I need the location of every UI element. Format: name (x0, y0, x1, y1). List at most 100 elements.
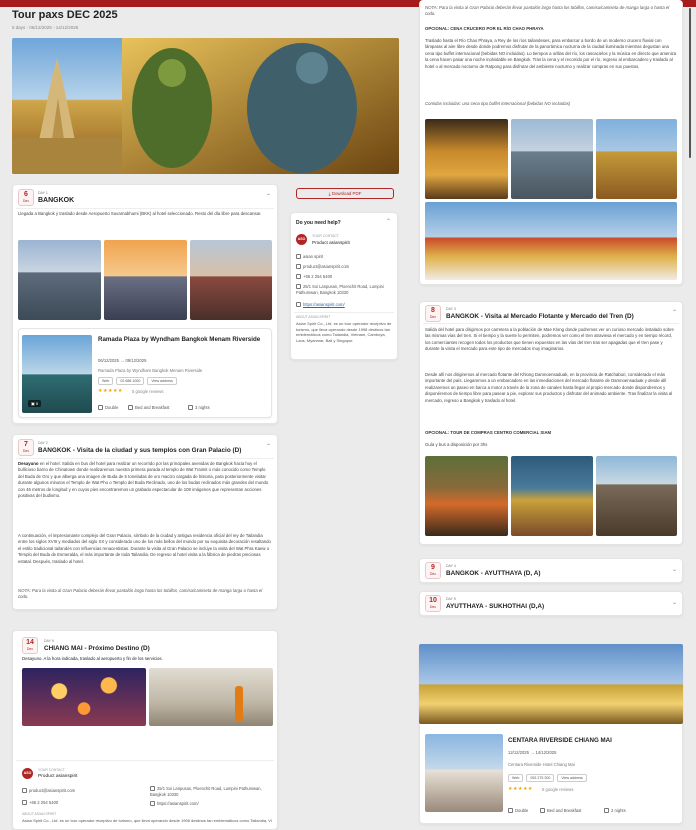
phone-icon (296, 274, 301, 280)
day-label: DAY 4 (446, 564, 456, 568)
web-link[interactable]: Web (508, 774, 524, 782)
footer-about-label: ABOUT ASIAN SPIRIT (22, 812, 57, 816)
day-title[interactable]: BANGKOK - AYUTTHAYA (D, A) (446, 570, 540, 577)
footer-email[interactable]: product@asianspirit.com (22, 788, 75, 794)
globe-icon (296, 302, 301, 308)
day-label: DAY 9 (44, 639, 54, 643)
cutlery-icon (128, 405, 133, 411)
divider (294, 312, 394, 313)
day-badge: 7 Dec (18, 439, 34, 456)
footer-website[interactable]: https://asianspirit.com/ (150, 801, 199, 807)
contact-phone[interactable]: +66 2 254 5400 (296, 274, 332, 280)
day-description: Llegada a Bangkok y traslado desde Aerop… (18, 211, 262, 216)
hotel-photo[interactable] (425, 734, 503, 812)
day-description: Desayuno. A la hora indicada, traslado a… (22, 656, 163, 661)
day-label: DAY 5 (446, 597, 456, 601)
bangkok-street-image (190, 240, 272, 320)
view-address-link[interactable]: View address (557, 774, 587, 782)
hotel-reviews[interactable]: 5 google reviews (542, 787, 573, 792)
photo-count-badge[interactable]: ▣ 5 (28, 400, 42, 407)
divider (423, 323, 679, 324)
meals-included: Comidas incluidas: una cena tipo buffet … (425, 101, 571, 106)
about-label: ABOUT ASIAN SPIRIT (296, 315, 331, 319)
collapse-chevron-icon[interactable]: ⌃ (266, 443, 271, 450)
hotel-dates: 06/12/2025 → 09/12/2025 (98, 358, 147, 363)
bangkok-sunset-image (104, 240, 187, 320)
cutlery-icon (540, 808, 545, 814)
footer-phone[interactable]: +66 2 254 5400 (22, 800, 58, 806)
web-link[interactable]: Web (98, 377, 114, 385)
day-title[interactable]: CHIANG MAI - Próximo Destino (D) (44, 645, 150, 652)
hero-image (12, 38, 399, 174)
day-paragraph-2: Desde allí nos dirigiremos al mercado fl… (425, 372, 673, 403)
day-badge: 9 Dec (425, 562, 441, 579)
hotel-chips: Web 02 688 1000 View address (98, 377, 180, 385)
trip-meta: 5 days · 06/12/2025 - 14/12/2025 (12, 25, 79, 30)
hotel-dates: 12/12/2025 → 14/12/2025 (508, 750, 557, 755)
divider (16, 458, 274, 459)
guide-info: Guía y bus a disposición por 3hs (425, 442, 488, 447)
contact-role: YOUR CONTACT (312, 234, 339, 238)
day-title[interactable]: AYUTTHAYA - SUKHOTHAI (D,A) (446, 603, 544, 610)
day-badge: 10 Dec (425, 595, 441, 612)
expand-chevron-icon[interactable]: ⌄ (672, 599, 677, 606)
globe-icon (150, 801, 155, 807)
day-paragraph-2: A continuación, el impresionante complej… (18, 533, 271, 564)
nights-count: 3 nights (188, 405, 210, 411)
day-label: DAY 1 (38, 191, 48, 195)
optional-shopping-tour: OPCIONAL: TOUR DE COMPRAS CENTRO COMERCI… (425, 430, 552, 435)
day-badge: 8 Dec (425, 305, 441, 322)
download-pdf-button[interactable]: ⤓ Download PDF (296, 188, 394, 199)
footer-address: 25/1 Soi Lanpusan, Ploenchit Road, Lumpi… (150, 786, 262, 797)
hotel-fullname: Centara Riverside Hotel Chiang Mai (508, 762, 575, 767)
about-text: Asian Spirit Co., Ltd. es un tour operad… (296, 321, 392, 343)
footer-avatar: ASO (22, 768, 33, 779)
board-type: Bed and Breakfast (128, 405, 169, 411)
cruise-description: Traslado hasta el Río Chao Phraya, a Rey… (425, 38, 677, 69)
help-title: Do you need help? (296, 220, 341, 226)
chiang-mai-temple-image (419, 644, 683, 724)
monk-image (149, 668, 273, 726)
contact-avatar: ASO (296, 234, 307, 245)
collapse-chevron-icon[interactable]: ⌃ (266, 193, 271, 200)
view-address-link[interactable]: View address (147, 377, 177, 385)
nights-count: 2 nights (604, 808, 626, 814)
moon-icon (188, 405, 193, 411)
phone-link[interactable]: 053 275 300 (526, 774, 555, 782)
hotel-name: CENTARA RIVERSIDE CHIANG MAI (508, 737, 612, 744)
lanterns-image (22, 668, 146, 726)
hotel-name: Ramada Plaza by Wyndham Bangkok Menam Ri… (98, 336, 261, 343)
bed-icon (98, 405, 103, 411)
footer-role: YOUR CONTACT (38, 768, 65, 772)
contact-email[interactable]: product@asianspirit.com (296, 264, 349, 270)
day-label: DAY 2 (38, 441, 48, 445)
train-market-image (596, 456, 677, 536)
phone-icon (22, 800, 27, 806)
help-chevron-icon[interactable]: ⌃ (386, 218, 391, 225)
collapse-chevron-icon[interactable]: ⌃ (672, 309, 677, 316)
temple-roof-image (511, 119, 593, 199)
expand-chevron-icon[interactable]: ⌄ (672, 566, 677, 573)
contact-name: Product asianspirit (312, 240, 350, 245)
page-title: Tour paxs DEC 2025 (12, 9, 118, 21)
day-title[interactable]: BANGKOK (38, 197, 74, 204)
day-note: NOTA: Para la visita al Gran Palacio deb… (18, 588, 263, 600)
hotel-reviews[interactable]: 5 google reviews (132, 389, 163, 394)
divider (16, 760, 274, 761)
phone-link[interactable]: 02 688 1000 (116, 377, 145, 385)
day-label: DAY 3 (446, 307, 456, 311)
optional-dinner-cruise: OPCIONAL: CENA CRUCERO POR EL RÍO CHAO P… (425, 26, 544, 31)
mail-icon (22, 788, 27, 794)
room-type: Double (508, 808, 528, 814)
scrollbar-thumb[interactable] (689, 8, 691, 158)
day-title[interactable]: BANGKOK - Visita al Mercado Flotante y M… (446, 313, 634, 320)
contact-address: 25/1 Soi Lanpusan, Ploenchit Road, Lumpi… (296, 284, 384, 295)
contact-website[interactable]: https://asianspirit.com/ (296, 302, 345, 308)
building-icon (296, 254, 301, 260)
day-paragraph-1: Salida del hotel para dirigirnos por car… (425, 327, 674, 352)
divider (16, 208, 274, 209)
day-title[interactable]: BANGKOK - Visita de la ciudad y sus temp… (38, 447, 241, 454)
footer-about-text: Asian Spirit Co., Ltd. es un tour operad… (22, 818, 272, 823)
market-vendor-image (511, 456, 593, 536)
day-badge: 6 Dec (18, 189, 34, 206)
